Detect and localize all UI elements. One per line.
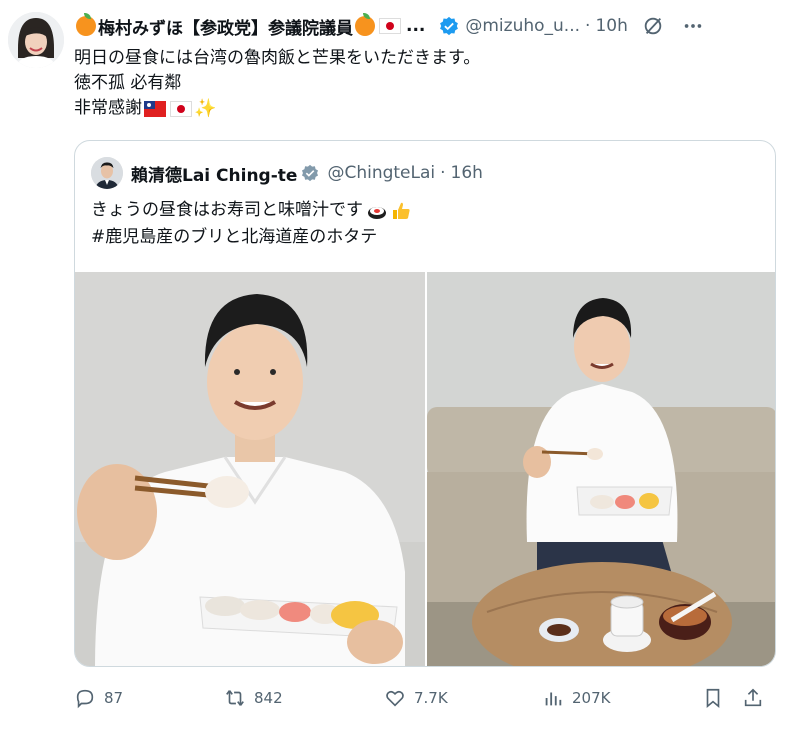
share-button[interactable]	[742, 687, 772, 709]
tweet-line: 徳不孤 必有鄰	[74, 73, 182, 93]
tweet-time[interactable]: 10h	[595, 16, 627, 36]
reply-count: 87	[104, 689, 124, 707]
author-handle[interactable]: @mizuho_u...	[465, 16, 580, 36]
share-icon	[744, 688, 762, 707]
author-name[interactable]: 梅村みずほ【参政党】参議院議員	[98, 14, 353, 39]
quoted-header: 賴清德Lai Ching-te @ChingteLai · 16h	[91, 157, 483, 189]
orange-emoji	[76, 13, 96, 36]
action-bar: 87 842 7.7K 207K	[74, 684, 790, 712]
sushi-emoji-icon	[366, 201, 388, 221]
quoted-author-handle[interactable]: @ChingteLai	[327, 163, 435, 183]
grok-icon[interactable]	[642, 15, 664, 37]
separator-dot: ·	[585, 16, 591, 36]
quoted-line: きょうの昼食はお寿司と味噌汁です	[91, 200, 363, 220]
thumbs-up-emoji-icon	[390, 200, 412, 222]
quoted-photo-2[interactable]	[427, 272, 775, 666]
like-button[interactable]: 7.7K	[384, 687, 542, 709]
views-button[interactable]: 207K	[542, 687, 702, 709]
like-count: 7.7K	[414, 689, 448, 707]
tweet-header: 梅村みずほ【参政党】参議院議員 ... @mizuho_u... · 10h	[74, 12, 790, 40]
quoted-text: きょうの昼食はお寿司と味噌汁です #鹿児島産のブリと北海道産のホタテ	[91, 197, 412, 251]
separator-dot: ·	[440, 163, 446, 183]
tweet-text: 明日の昼食には台湾の魯肉飯と芒果をいただきます。 徳不孤 必有鄰 非常感謝 ✨	[74, 46, 480, 121]
japan-flag-icon	[379, 18, 401, 34]
orange-emoji	[355, 13, 375, 36]
reply-button[interactable]: 87	[74, 687, 224, 709]
japan-flag-icon	[170, 100, 192, 117]
quoted-time[interactable]: 16h	[451, 163, 483, 183]
quoted-line: #鹿児島産のブリと北海道産のホタテ	[91, 227, 378, 247]
tweet-line-3: 非常感謝 ✨	[74, 96, 480, 121]
views-icon	[545, 692, 562, 706]
views-count: 207K	[572, 689, 611, 707]
bookmark-icon	[706, 688, 720, 709]
quoted-author-name[interactable]: 賴清德Lai Ching-te	[131, 161, 297, 186]
bookmark-button[interactable]	[702, 687, 742, 709]
repost-icon	[226, 690, 244, 706]
more-icon[interactable]	[682, 15, 704, 37]
reply-icon	[76, 689, 94, 709]
quoted-line-1: きょうの昼食はお寿司と味噌汁です	[91, 197, 412, 224]
tweet-line: 明日の昼食には台湾の魯肉飯と芒果をいただきます。	[74, 48, 481, 68]
sparkles-icon: ✨	[194, 98, 217, 119]
quoted-photo-1[interactable]	[75, 272, 425, 666]
taiwan-flag-icon	[144, 100, 166, 117]
author-avatar[interactable]	[8, 12, 64, 68]
verified-badge-icon[interactable]	[439, 16, 459, 36]
verified-badge-icon[interactable]	[301, 164, 319, 182]
tweet-line: 非常感謝	[74, 98, 142, 118]
repost-count: 842	[254, 689, 283, 707]
repost-button[interactable]: 842	[224, 687, 384, 709]
like-icon	[386, 690, 404, 707]
quoted-author-avatar[interactable]	[91, 157, 123, 189]
quoted-tweet[interactable]: 賴清德Lai Ching-te @ChingteLai · 16h きょうの昼食…	[74, 140, 776, 667]
